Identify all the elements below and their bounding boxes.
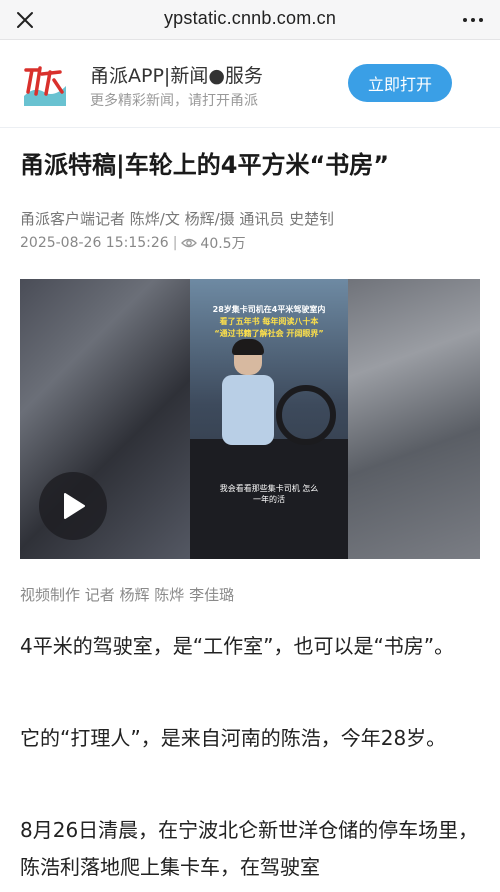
video-caption-3: “通过书籍了解社会 开阔眼界” — [214, 329, 324, 338]
view-count: 40.5万 — [200, 236, 246, 252]
app-name: 甬派APP|新闻●服务 — [90, 65, 263, 87]
paragraph-2: 它的“打理人”，是来自河南的陈浩，今年28岁。 — [20, 726, 447, 750]
video-caption-2: 看了五年书 每年阅读八十本 — [219, 317, 319, 326]
paragraph-3: 8月26日清晨，在宁波北仑新世洋仓储的停车场里，陈浩利落地爬上集卡车，在驾驶室 — [20, 818, 479, 879]
app-download-banner: 甬派APP|新闻●服务 更多精彩新闻，请打开甬派 立即打开 — [0, 40, 500, 128]
driver-hair — [232, 339, 264, 355]
browser-bar: ypstatic.cnnb.com.cn — [0, 0, 500, 40]
video-player[interactable]: 28岁集卡司机在4平米驾驶室内 看了五年书 每年阅读八十本 “通过书籍了解社会 … — [20, 279, 480, 559]
video-subtitle-1: 我会看看那些集卡司机 怎么 — [219, 484, 319, 493]
video-frame: 28岁集卡司机在4平米驾驶室内 看了五年书 每年阅读八十本 “通过书籍了解社会 … — [190, 279, 348, 559]
article-meta: 2025-08-26 15:15:26 | 40.5万 — [20, 233, 246, 253]
article-byline: 甬派客户端记者 陈烨/文 杨辉/摄 通讯员 史楚钊 — [20, 210, 335, 228]
paragraph-1: 4平米的驾驶室，是“工作室”，也可以是“书房”。 — [20, 634, 455, 658]
more-dots-icon — [463, 18, 467, 22]
video-caption-1: 28岁集卡司机在4平米驾驶室内 — [212, 305, 326, 314]
video-blur-right — [348, 279, 480, 559]
play-icon — [64, 493, 85, 519]
app-subtitle: 更多精彩新闻，请打开甬派 — [90, 93, 258, 109]
article-title: 甬派特稿|车轮上的4平方米“书房” — [20, 151, 390, 179]
video-subtitle-2: 一年的活 — [253, 495, 285, 504]
publish-date: 2025-08-26 15:15:26 — [20, 235, 169, 251]
meta-divider: | — [172, 235, 178, 251]
more-menu-button[interactable] — [456, 3, 490, 37]
url-text: ypstatic.cnnb.com.cn — [163, 8, 337, 28]
driver-figure — [222, 375, 274, 445]
eye-icon — [181, 237, 198, 249]
play-button[interactable] — [39, 472, 107, 540]
video-credit: 视频制作 记者 杨辉 陈烨 李佳璐 — [20, 586, 235, 604]
open-app-button[interactable]: 立即打开 — [348, 64, 452, 102]
steering-wheel — [276, 385, 336, 445]
app-logo — [16, 56, 72, 112]
